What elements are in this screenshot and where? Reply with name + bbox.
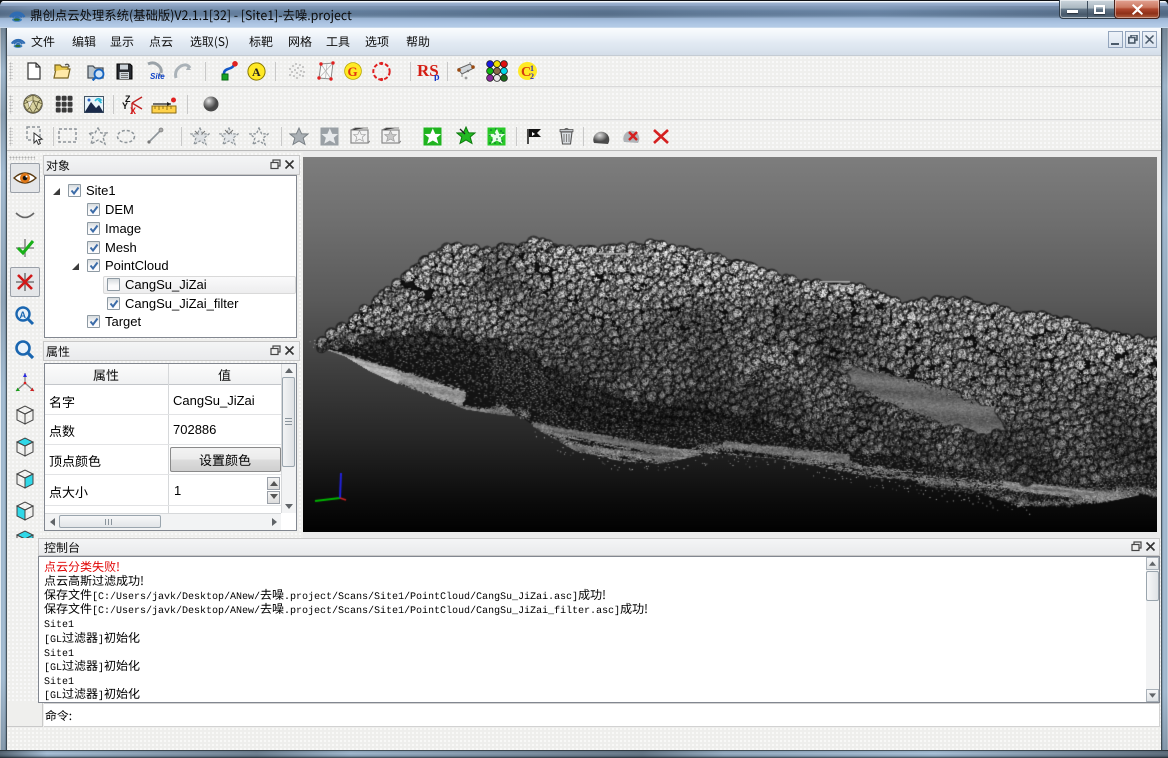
svg-text:2: 2 bbox=[530, 72, 534, 81]
svg-text:p: p bbox=[434, 72, 440, 81]
svg-text:X: X bbox=[130, 106, 136, 115]
svg-text:Y: Y bbox=[122, 101, 128, 111]
svg-text:A: A bbox=[20, 310, 27, 320]
svg-text:Site: Site bbox=[150, 72, 165, 81]
svg-text:A: A bbox=[252, 65, 261, 79]
svg-text:G: G bbox=[348, 64, 358, 79]
